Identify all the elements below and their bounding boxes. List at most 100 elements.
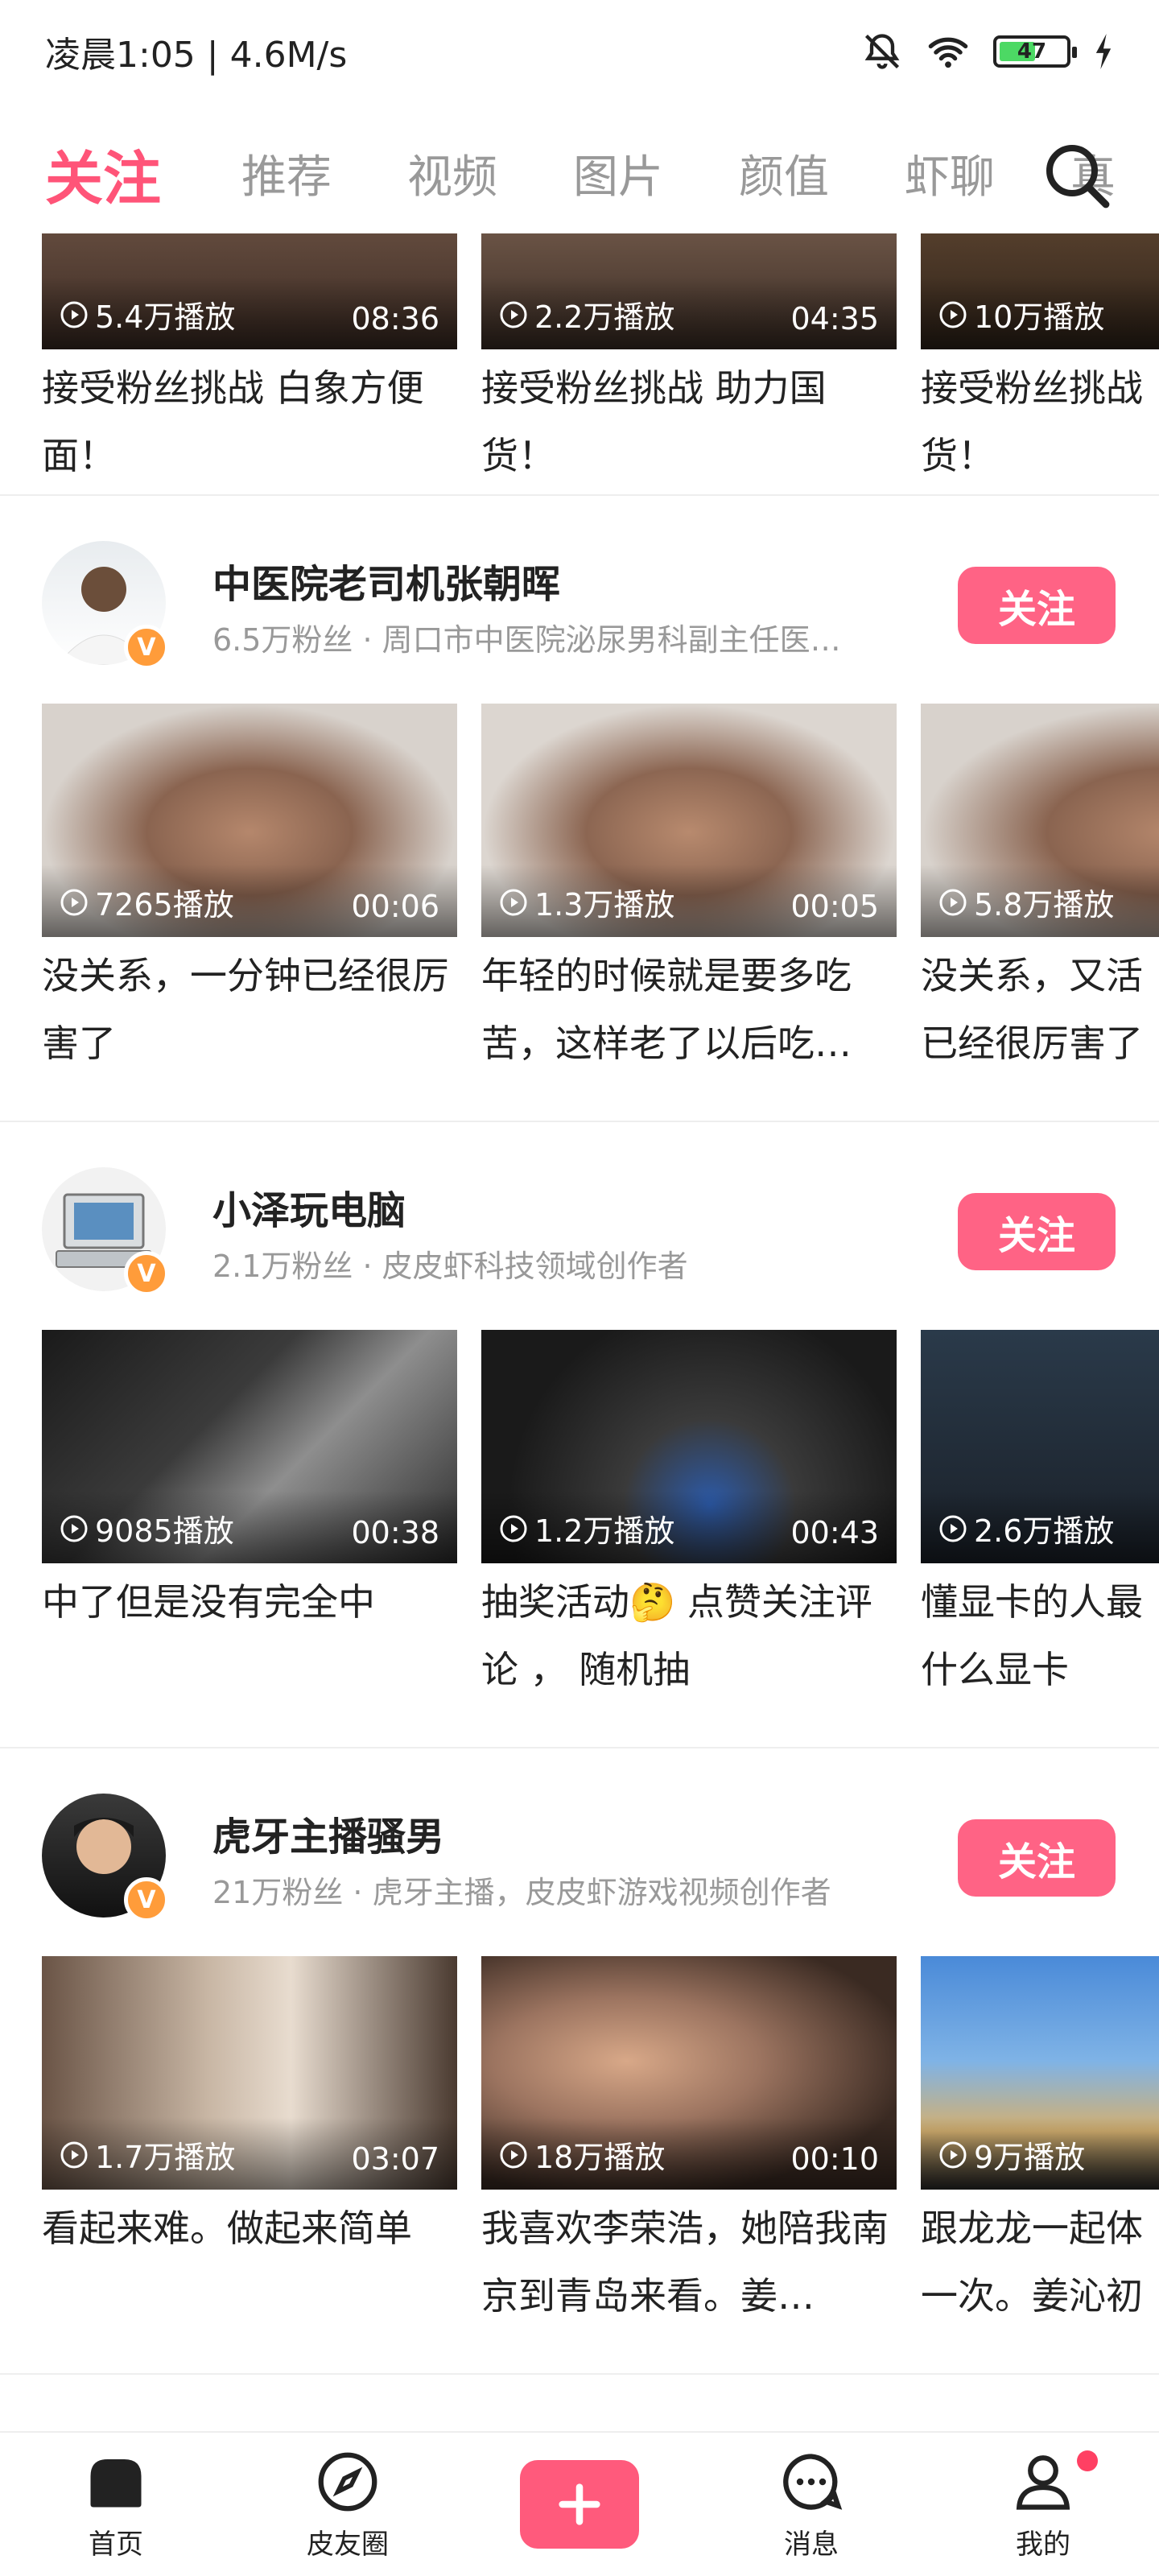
tab-recommend[interactable]: 推荐 <box>241 141 332 206</box>
following-feed[interactable]: 5.4万播放 08:36 接受粉丝挑战 白象方便面！ 2.2万播放 04:35 … <box>0 233 1159 2431</box>
search-icon[interactable] <box>1038 137 1116 214</box>
video-card[interactable]: 1.7万播放 03:07 看起来难。做起来简单 <box>42 1956 457 2262</box>
play-icon <box>500 889 527 915</box>
creator-description: 6.5万粉丝 · 周口市中医院泌尿男科副主任医… <box>212 622 841 658</box>
play-icon <box>60 1515 88 1542</box>
video-title[interactable]: 接受粉丝挑战 白象方便面！ <box>42 354 457 489</box>
play-icon <box>939 2141 967 2168</box>
battery-icon: 47 <box>993 35 1077 68</box>
tab-following[interactable]: 关注 <box>45 131 161 216</box>
nav-post[interactable] <box>464 2433 695 2576</box>
video-duration: 04:35 <box>790 301 879 336</box>
divider <box>0 1747 1159 1748</box>
video-duration: 00:10 <box>790 2141 879 2177</box>
play-icon <box>60 301 88 328</box>
play-icon <box>939 301 967 328</box>
post-button[interactable] <box>520 2460 639 2549</box>
nav-home[interactable]: 首页 <box>0 2433 232 2576</box>
play-icon <box>500 1515 527 1542</box>
video-title[interactable]: 接受粉丝挑战 助力国货！ <box>481 354 897 489</box>
nav-circle[interactable]: 皮友圈 <box>232 2433 464 2576</box>
video-card[interactable]: 7265播放 00:06 没关系，一分钟已经很厉害了 <box>42 704 457 1077</box>
verified-badge-icon: V <box>124 1877 169 1922</box>
status-icons: 47 <box>861 31 1114 72</box>
play-count: 7265播放 <box>95 887 234 923</box>
video-duration: 00:05 <box>790 889 879 924</box>
nav-label: 皮友圈 <box>307 2528 389 2561</box>
video-thumbnail[interactable]: 9085播放 00:38 <box>42 1330 457 1563</box>
video-title[interactable]: 没关系，又活 已经很厉害了 <box>921 942 1159 1077</box>
play-count: 5.4万播放 <box>95 299 236 335</box>
play-count: 1.3万播放 <box>534 887 675 923</box>
play-count: 1.2万播放 <box>534 1513 675 1549</box>
video-card[interactable]: 5.4万播放 08:36 接受粉丝挑战 白象方便面！ <box>42 233 457 489</box>
play-icon <box>500 2141 527 2168</box>
follow-button[interactable]: 关注 <box>958 1193 1116 1270</box>
video-thumbnail[interactable]: 5.8万播放 <box>921 704 1159 937</box>
follow-button[interactable]: 关注 <box>958 1819 1116 1897</box>
video-thumbnail[interactable]: 5.4万播放 08:36 <box>42 233 457 349</box>
play-icon <box>60 2141 88 2168</box>
video-thumbnail[interactable]: 1.2万播放 00:43 <box>481 1330 897 1563</box>
video-card[interactable]: 1.3万播放 00:05 年轻的时候就是要多吃苦，这样老了以后吃… <box>481 704 897 1077</box>
video-card[interactable]: 18万播放 00:10 我喜欢李荣浩，她陪我南京到青岛来看。姜… <box>481 1956 897 2330</box>
video-duration: 08:36 <box>351 301 439 336</box>
divider <box>0 2373 1159 2375</box>
video-thumbnail[interactable]: 18万播放 00:10 <box>481 1956 897 2190</box>
verified-badge-icon: V <box>124 625 169 670</box>
creator-name[interactable]: 中医院老司机张朝晖 <box>212 552 560 609</box>
status-bar: 凌晨1:05 | 4.6M/s 47 <box>0 0 1159 103</box>
video-title[interactable]: 我喜欢李荣浩，她陪我南京到青岛来看。姜… <box>481 2194 897 2330</box>
video-title[interactable]: 年轻的时候就是要多吃苦，这样老了以后吃… <box>481 942 897 1077</box>
video-title[interactable]: 看起来难。做起来简单 <box>42 2194 457 2262</box>
divider <box>0 494 1159 496</box>
video-card[interactable]: 2.6万播放 懂显卡的人最 什么显卡 <box>921 1330 1159 1703</box>
tab-chat[interactable]: 虾聊 <box>905 141 995 206</box>
video-card[interactable]: 10万播放 接受粉丝挑战 货！ <box>921 233 1159 489</box>
video-card[interactable]: 9085播放 00:38 中了但是没有完全中 <box>42 1330 457 1636</box>
play-count: 18万播放 <box>534 2140 666 2175</box>
video-title[interactable]: 中了但是没有完全中 <box>42 1568 457 1636</box>
nav-messages[interactable]: 消息 <box>695 2433 927 2576</box>
video-thumbnail[interactable]: 1.7万播放 03:07 <box>42 1956 457 2190</box>
tab-pictures[interactable]: 图片 <box>573 141 663 206</box>
video-duration: 00:43 <box>790 1515 879 1550</box>
video-card[interactable]: 2.2万播放 04:35 接受粉丝挑战 助力国货！ <box>481 233 897 489</box>
nav-label: 首页 <box>89 2528 143 2561</box>
video-thumbnail[interactable]: 2.6万播放 <box>921 1330 1159 1563</box>
play-icon <box>939 889 967 915</box>
wifi-icon <box>928 37 968 68</box>
plus-icon <box>559 2483 600 2525</box>
video-card[interactable]: 9万播放 跟龙龙一起体 一次。姜沁初 <box>921 1956 1159 2330</box>
creator-name[interactable]: 小泽玩电脑 <box>212 1179 406 1235</box>
play-count: 1.7万播放 <box>95 2140 236 2175</box>
mute-bell-icon <box>864 34 900 69</box>
video-thumbnail[interactable]: 1.3万播放 00:05 <box>481 704 897 937</box>
bottom-navigation: 首页 皮友圈 消息 我的 <box>0 2431 1159 2576</box>
battery-level: 47 <box>1017 39 1047 64</box>
video-title[interactable]: 懂显卡的人最 什么显卡 <box>921 1568 1159 1703</box>
play-count: 9085播放 <box>95 1513 234 1549</box>
video-thumbnail[interactable]: 10万播放 <box>921 233 1159 349</box>
nav-me[interactable]: 我的 <box>927 2433 1159 2576</box>
nav-label: 消息 <box>784 2528 839 2561</box>
video-title[interactable]: 抽奖活动🤔 点赞关注评论 ， 随机抽 <box>481 1568 897 1703</box>
video-card[interactable]: 5.8万播放 没关系，又活 已经很厉害了 <box>921 704 1159 1077</box>
video-card[interactable]: 1.2万播放 00:43 抽奖活动🤔 点赞关注评论 ， 随机抽 <box>481 1330 897 1703</box>
tab-video[interactable]: 视频 <box>407 141 497 206</box>
video-title[interactable]: 跟龙龙一起体 一次。姜沁初 <box>921 2194 1159 2330</box>
video-title[interactable]: 接受粉丝挑战 货！ <box>921 354 1159 489</box>
follow-button[interactable]: 关注 <box>958 567 1116 644</box>
video-thumbnail[interactable]: 9万播放 <box>921 1956 1159 2190</box>
video-thumbnail[interactable]: 2.2万播放 04:35 <box>481 233 897 349</box>
tab-looks[interactable]: 颜值 <box>739 141 829 206</box>
video-title[interactable]: 没关系，一分钟已经很厉害了 <box>42 942 457 1077</box>
video-thumbnail[interactable]: 7265播放 00:06 <box>42 704 457 937</box>
play-count: 2.2万播放 <box>534 299 675 335</box>
play-count: 5.8万播放 <box>974 887 1115 923</box>
video-duration: 00:38 <box>351 1515 439 1550</box>
play-icon <box>939 1515 967 1542</box>
creator-name[interactable]: 虎牙主播骚男 <box>212 1805 444 1861</box>
nav-label: 我的 <box>1016 2528 1070 2561</box>
play-count: 9万播放 <box>974 2140 1086 2175</box>
